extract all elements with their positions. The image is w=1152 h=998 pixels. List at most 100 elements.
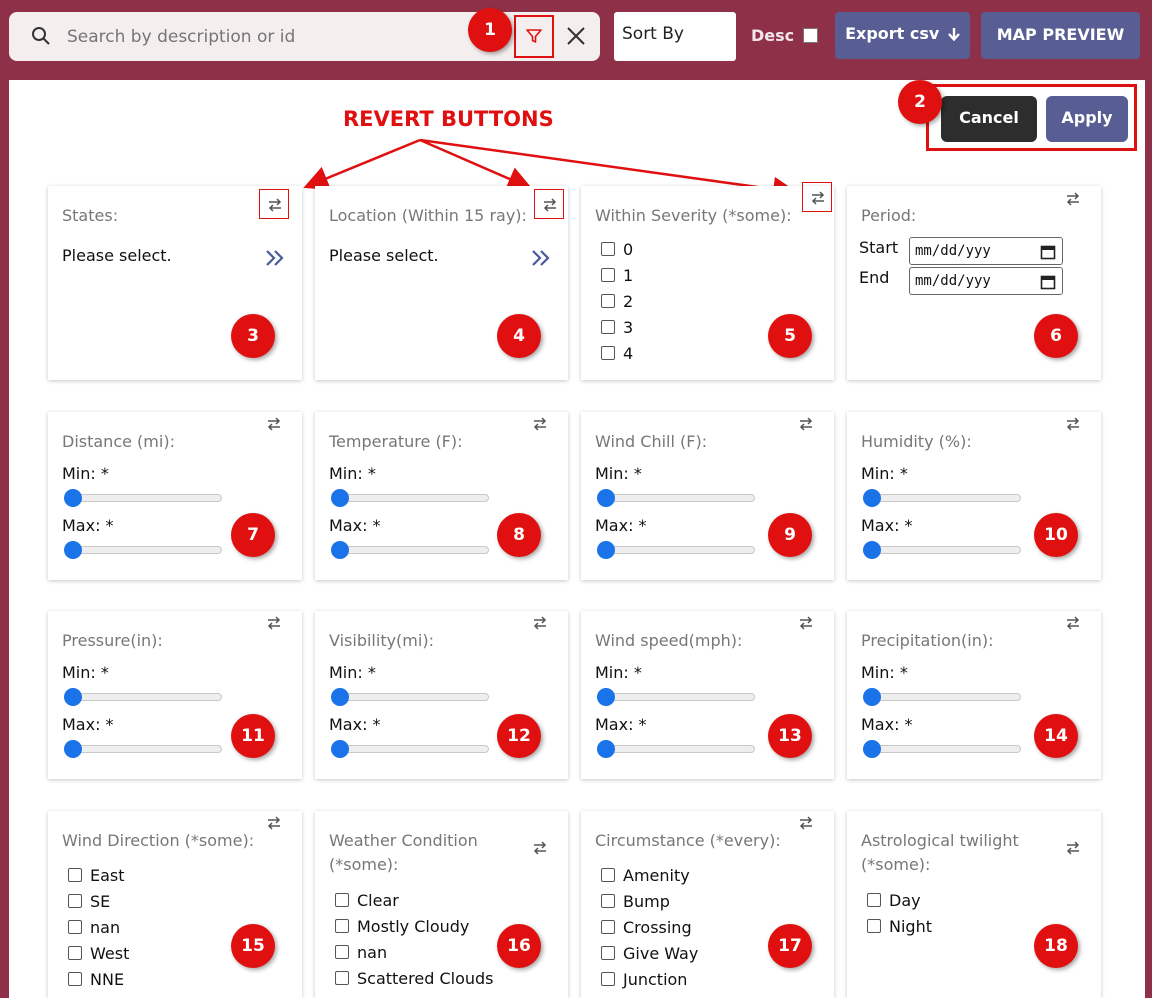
annotation-badge: 14 bbox=[1034, 714, 1078, 758]
annotation-badge: 3 bbox=[231, 314, 275, 358]
min-label: Min: * bbox=[329, 663, 376, 682]
slider-handle[interactable] bbox=[64, 541, 82, 559]
severity-option[interactable]: 4 bbox=[601, 344, 633, 363]
twilight-option[interactable]: Day bbox=[867, 891, 921, 910]
filter-title: Wind Chill (F): bbox=[595, 432, 708, 451]
max-slider[interactable] bbox=[331, 541, 489, 559]
revert-button[interactable] bbox=[1058, 184, 1088, 214]
min-label: Min: * bbox=[861, 464, 908, 483]
weather-option[interactable]: Clear bbox=[335, 891, 399, 910]
wind-direction-option[interactable]: nan bbox=[68, 918, 120, 937]
revert-icon bbox=[1066, 841, 1080, 855]
annotation-badge: 16 bbox=[497, 924, 541, 968]
slider-handle[interactable] bbox=[597, 489, 615, 507]
revert-button[interactable] bbox=[259, 808, 289, 838]
slider-handle[interactable] bbox=[331, 489, 349, 507]
slider-handle[interactable] bbox=[331, 688, 349, 706]
slider-handle[interactable] bbox=[863, 541, 881, 559]
open-selector-button[interactable] bbox=[264, 248, 286, 272]
slider-handle[interactable] bbox=[64, 688, 82, 706]
max-slider[interactable] bbox=[863, 541, 1021, 559]
severity-option[interactable]: 1 bbox=[601, 266, 633, 285]
circumstance-option[interactable]: Give Way bbox=[601, 944, 698, 963]
wind-direction-option[interactable]: SE bbox=[68, 892, 110, 911]
open-selector-button[interactable] bbox=[530, 248, 552, 272]
severity-option[interactable]: 2 bbox=[601, 292, 633, 311]
min-slider[interactable] bbox=[863, 489, 1021, 507]
wind-direction-option[interactable]: East bbox=[68, 866, 125, 885]
revert-icon bbox=[799, 616, 813, 630]
slider-handle[interactable] bbox=[597, 541, 615, 559]
slider-handle[interactable] bbox=[863, 740, 881, 758]
slider-handle[interactable] bbox=[863, 489, 881, 507]
min-slider[interactable] bbox=[331, 688, 489, 706]
max-slider[interactable] bbox=[64, 541, 222, 559]
circumstance-option[interactable]: Bump bbox=[601, 892, 670, 911]
wind-direction-option[interactable]: West bbox=[68, 944, 129, 963]
filter-card-circumstance: Circumstance (*every): Amenity Bump Cros… bbox=[581, 811, 834, 998]
revert-button[interactable] bbox=[802, 182, 832, 212]
weather-option[interactable]: nan bbox=[335, 943, 387, 962]
annotation-badge: 13 bbox=[768, 714, 812, 758]
filter-title: Distance (mi): bbox=[62, 432, 175, 451]
filter-title: Location (Within 15 ray): bbox=[329, 206, 527, 225]
filter-card-weather-condition: Weather Condition (*some): Clear Mostly C… bbox=[315, 811, 568, 998]
filter-title: Weather Condition (*some): bbox=[329, 831, 478, 874]
revert-button[interactable] bbox=[525, 409, 555, 439]
slider-handle[interactable] bbox=[331, 541, 349, 559]
revert-button[interactable] bbox=[534, 189, 564, 219]
max-slider[interactable] bbox=[597, 541, 755, 559]
slider-handle[interactable] bbox=[64, 489, 82, 507]
revert-button[interactable] bbox=[259, 189, 289, 219]
slider-handle[interactable] bbox=[331, 740, 349, 758]
slider-handle[interactable] bbox=[863, 688, 881, 706]
min-slider[interactable] bbox=[597, 489, 755, 507]
slider-handle[interactable] bbox=[597, 740, 615, 758]
revert-icon bbox=[543, 198, 557, 212]
revert-button[interactable] bbox=[791, 409, 821, 439]
circumstance-option[interactable]: Amenity bbox=[601, 866, 690, 885]
revert-button[interactable] bbox=[791, 608, 821, 638]
revert-button[interactable] bbox=[259, 608, 289, 638]
twilight-option[interactable]: Night bbox=[867, 917, 932, 936]
max-slider[interactable] bbox=[331, 740, 489, 758]
revert-button[interactable] bbox=[525, 608, 555, 638]
min-slider[interactable] bbox=[64, 489, 222, 507]
revert-button[interactable] bbox=[525, 833, 555, 863]
severity-option[interactable]: 0 bbox=[601, 240, 633, 259]
revert-icon bbox=[799, 417, 813, 431]
min-label: Min: * bbox=[62, 464, 109, 483]
revert-button[interactable] bbox=[1058, 833, 1088, 863]
circumstance-option[interactable]: Junction bbox=[601, 970, 687, 989]
min-slider[interactable] bbox=[331, 489, 489, 507]
slider-handle[interactable] bbox=[597, 688, 615, 706]
states-select[interactable]: Please select. bbox=[62, 246, 172, 265]
start-date-input[interactable]: mm/dd/yyy bbox=[909, 237, 1063, 265]
filter-title: Precipitation(in): bbox=[861, 631, 994, 650]
revert-button[interactable] bbox=[1058, 608, 1088, 638]
min-slider[interactable] bbox=[64, 688, 222, 706]
max-slider[interactable] bbox=[64, 740, 222, 758]
double-chevron-right-icon bbox=[266, 250, 284, 266]
end-date-input[interactable]: mm/dd/yyy bbox=[909, 267, 1063, 295]
min-slider[interactable] bbox=[597, 688, 755, 706]
slider-handle[interactable] bbox=[64, 740, 82, 758]
min-slider[interactable] bbox=[863, 688, 1021, 706]
weather-option[interactable]: Mostly Cloudy bbox=[335, 917, 469, 936]
severity-option[interactable]: 3 bbox=[601, 318, 633, 337]
max-slider[interactable] bbox=[863, 740, 1021, 758]
revert-button[interactable] bbox=[791, 808, 821, 838]
revert-button[interactable] bbox=[1058, 409, 1088, 439]
max-label: Max: * bbox=[62, 516, 114, 535]
end-label: End bbox=[859, 268, 890, 287]
max-slider[interactable] bbox=[597, 740, 755, 758]
circumstance-option[interactable]: Crossing bbox=[601, 918, 692, 937]
location-select[interactable]: Please select. bbox=[329, 246, 439, 265]
annotation-badge: 8 bbox=[497, 513, 541, 557]
revert-button[interactable] bbox=[259, 409, 289, 439]
wind-direction-option[interactable]: NNE bbox=[68, 970, 124, 989]
filter-card-wind-direction: Wind Direction (*some): East SE nan West… bbox=[48, 811, 302, 998]
weather-option[interactable]: Scattered Clouds bbox=[335, 969, 494, 988]
annotation-badge: 15 bbox=[231, 924, 275, 968]
max-label: Max: * bbox=[595, 516, 647, 535]
